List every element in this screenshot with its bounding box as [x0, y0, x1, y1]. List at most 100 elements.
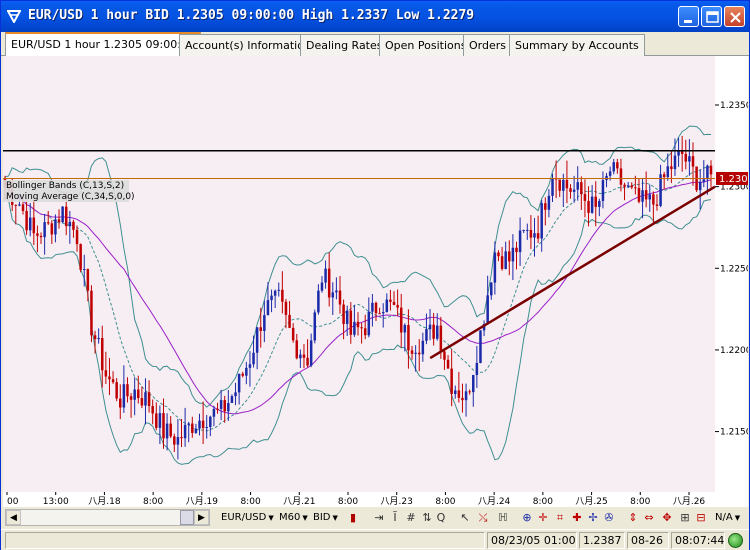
candle-body[interactable]	[504, 251, 507, 269]
candle-body[interactable]	[367, 311, 371, 336]
expand-icon[interactable]: ✥	[659, 510, 675, 526]
candle-body[interactable]	[309, 340, 313, 366]
na-select[interactable]: N/A ▼	[715, 510, 740, 526]
candle-body[interactable]	[223, 400, 226, 412]
candle-body[interactable]	[540, 203, 543, 239]
candle-body[interactable]	[277, 289, 281, 291]
candle-body[interactable]	[508, 251, 511, 262]
candle-body[interactable]	[57, 219, 61, 223]
candle-body[interactable]	[21, 204, 25, 211]
candle-body[interactable]	[378, 313, 381, 315]
tab-summary-by-accounts[interactable]: Summary by Accounts	[509, 34, 645, 56]
candle-body[interactable]	[54, 219, 57, 235]
candle-body[interactable]	[619, 168, 623, 185]
channel-icon[interactable]: ✚	[569, 510, 585, 526]
candle-body[interactable]	[252, 352, 255, 365]
candle-body[interactable]	[544, 203, 547, 210]
candle-body[interactable]	[594, 196, 597, 207]
candle-body[interactable]	[212, 408, 216, 417]
candle-body[interactable]	[64, 206, 68, 227]
quote-icon[interactable]: Q	[433, 510, 449, 526]
candle-body[interactable]	[234, 392, 237, 397]
candle-body[interactable]	[101, 338, 104, 371]
candle-body[interactable]	[435, 325, 439, 339]
candle-body[interactable]	[652, 194, 655, 205]
candle-body[interactable]	[648, 194, 652, 200]
title-bar[interactable]: EUR/USD 1 hour BID 1.2305 09:00:00 High …	[1, 1, 749, 32]
candle-body[interactable]	[580, 182, 583, 195]
candle-body[interactable]	[273, 290, 277, 296]
candle-body[interactable]	[414, 352, 417, 354]
candle-body[interactable]	[122, 384, 126, 408]
candle-body[interactable]	[266, 300, 270, 316]
candle-body[interactable]	[281, 289, 284, 302]
candle-body[interactable]	[151, 406, 154, 414]
candle-body[interactable]	[439, 325, 443, 352]
candle-body[interactable]	[403, 324, 407, 333]
candle-body[interactable]	[644, 190, 648, 200]
candle-body[interactable]	[601, 180, 605, 201]
chart-scrollbar[interactable]: ◀ ▶	[5, 509, 210, 526]
candle-body[interactable]	[302, 354, 306, 358]
candle-body[interactable]	[626, 185, 630, 187]
candle-body[interactable]	[572, 189, 576, 192]
tab-eurusd-chart[interactable]: EUR/USD 1 hour 1.2305 09:00:00	[5, 32, 201, 57]
candle-body[interactable]	[497, 252, 500, 257]
candle-body[interactable]	[432, 324, 435, 339]
candle-body[interactable]	[389, 299, 392, 302]
candle-body[interactable]	[155, 413, 158, 428]
candle-body[interactable]	[500, 256, 504, 269]
candle-body[interactable]	[162, 413, 165, 439]
candle-body[interactable]	[576, 182, 579, 190]
candle-body[interactable]	[241, 373, 244, 376]
candle-body[interactable]	[522, 229, 525, 231]
candle-body[interactable]	[666, 166, 670, 178]
candle-body[interactable]	[288, 314, 291, 328]
candle-body[interactable]	[533, 233, 536, 238]
candle-body[interactable]	[75, 229, 79, 245]
candle-body[interactable]	[28, 217, 32, 231]
candle-body[interactable]	[140, 398, 144, 406]
candle-body[interactable]	[518, 230, 522, 253]
candle-body[interactable]	[191, 423, 194, 433]
candle-body[interactable]	[511, 247, 515, 262]
marker-icon[interactable]: ✢	[585, 510, 601, 526]
candle-body[interactable]	[93, 335, 97, 340]
candle-body[interactable]	[173, 436, 176, 445]
candle-body[interactable]	[598, 200, 601, 207]
candle-body[interactable]	[183, 424, 187, 439]
candle-body[interactable]	[515, 247, 518, 253]
candle-body[interactable]	[363, 328, 367, 336]
candle-body[interactable]	[219, 400, 223, 409]
candle-body[interactable]	[587, 200, 590, 213]
candle-body[interactable]	[345, 310, 349, 324]
price-chart-area[interactable]: Bollinger Bands (C,13,S,2) Moving Averag…	[3, 56, 748, 507]
candle-body[interactable]	[338, 290, 342, 305]
candle-body[interactable]	[475, 362, 479, 376]
scroll-right-button[interactable]: ▶	[194, 510, 209, 525]
sell-icon[interactable]: ⇔	[641, 510, 657, 526]
candle-body[interactable]	[320, 282, 324, 291]
candle-body[interactable]	[205, 427, 208, 429]
candle-body[interactable]	[36, 233, 39, 236]
candle-body[interactable]	[46, 222, 50, 224]
candle-body[interactable]	[443, 351, 446, 360]
zoom-icon[interactable]: ⊕	[519, 510, 535, 526]
candle-body[interactable]	[176, 437, 180, 445]
candle-body[interactable]	[468, 391, 471, 393]
candle-body[interactable]	[43, 222, 46, 238]
candle-body[interactable]	[317, 290, 320, 313]
text-tool-icon[interactable]: ℍ	[495, 510, 511, 526]
candle-body[interactable]	[255, 327, 259, 353]
candle-body[interactable]	[97, 338, 100, 340]
minimize-button[interactable]	[678, 6, 699, 27]
candle-body[interactable]	[237, 373, 241, 393]
candle-body[interactable]	[526, 229, 529, 231]
candle-body[interactable]	[187, 423, 190, 425]
candle-body[interactable]	[165, 423, 169, 439]
candle-body[interactable]	[104, 370, 108, 377]
candle-body[interactable]	[198, 420, 201, 429]
candle-body[interactable]	[68, 221, 72, 227]
candle-body[interactable]	[662, 174, 666, 178]
candle-body[interactable]	[371, 302, 374, 312]
